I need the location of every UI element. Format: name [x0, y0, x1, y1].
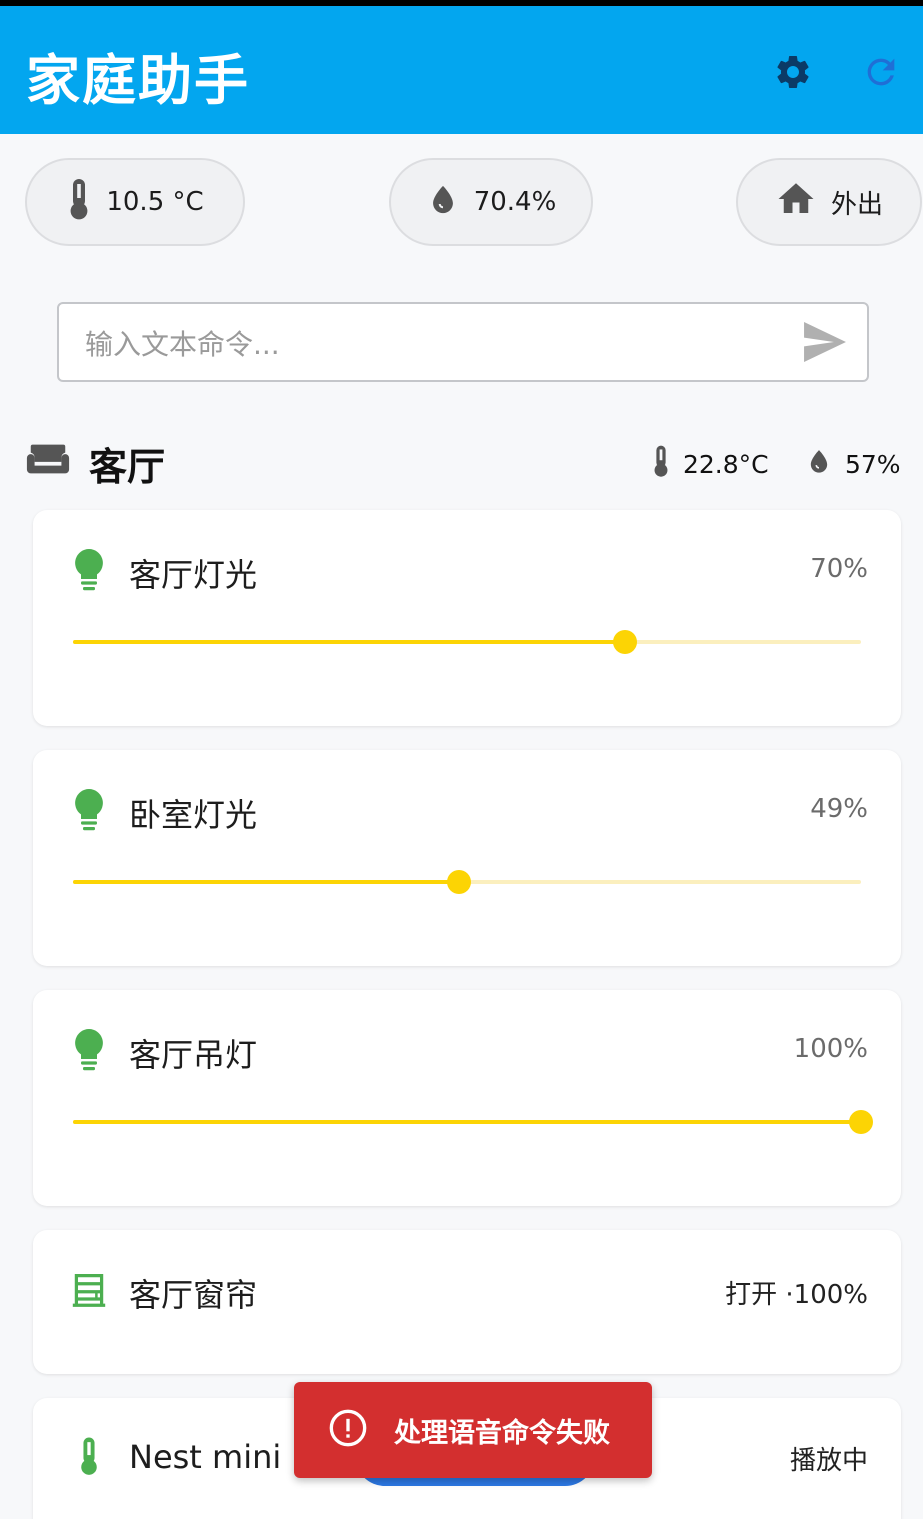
thermometer-icon — [71, 1434, 107, 1478]
slider-thumb[interactable] — [612, 630, 637, 654]
lightbulb-icon — [71, 1028, 107, 1072]
media-state: 播放中 — [789, 1446, 868, 1476]
device-name: 客厅吊灯 — [129, 1036, 258, 1074]
device-name: 卧室灯光 — [129, 796, 258, 834]
slider-fill — [73, 640, 625, 644]
slider-fill — [73, 880, 460, 884]
room-name: 客厅 — [89, 445, 166, 489]
device-name: 客厅窗帘 — [129, 1276, 258, 1314]
curtain-icon — [71, 1268, 107, 1312]
command-box — [57, 302, 869, 382]
lightbulb-icon — [71, 788, 107, 832]
sofa-icon — [25, 438, 71, 482]
device-name: Nest mini — [129, 1438, 282, 1476]
send-button[interactable] — [801, 322, 849, 366]
slider-fill — [73, 1120, 861, 1124]
room-humidity: 57% — [805, 444, 901, 484]
brightness-slider[interactable] — [73, 1102, 873, 1142]
brightness-value: 70% — [810, 554, 868, 584]
lightbulb-icon — [71, 548, 107, 592]
brightness-value: 49% — [810, 794, 868, 824]
refresh-icon — [861, 52, 901, 96]
snackbar-message: 处理语音命令失败 — [394, 1417, 610, 1449]
send-icon — [802, 322, 848, 366]
gear-icon — [773, 52, 813, 96]
home-icon — [775, 178, 817, 227]
outdoor-humidity-chip[interactable]: 70.4% — [389, 158, 593, 246]
device-card-living-room-light[interactable]: 客厅灯光 70% — [33, 510, 901, 726]
slider-thumb[interactable] — [849, 1110, 873, 1134]
thermometer-icon — [651, 444, 671, 484]
thermometer-icon — [66, 178, 92, 227]
curtain-state: 打开 ·100% — [725, 1280, 868, 1310]
water-drop-icon — [805, 444, 833, 484]
device-name: 客厅灯光 — [129, 556, 258, 594]
command-input[interactable] — [85, 322, 785, 366]
error-snackbar: 处理语音命令失败 — [294, 1382, 652, 1478]
app-bar: 家庭助手 — [0, 6, 923, 134]
brightness-value: 100% — [793, 1034, 868, 1064]
home-mode-chip[interactable]: 外出 — [736, 158, 922, 246]
water-drop-icon — [426, 178, 460, 227]
slider-thumb[interactable] — [447, 870, 472, 894]
room-temperature: 22.8°C — [651, 444, 769, 484]
device-card-ceiling-light[interactable]: 客厅吊灯 100% — [33, 990, 901, 1206]
room-humidity-value: 57% — [845, 449, 901, 479]
app-title: 家庭助手 — [26, 49, 250, 112]
room-temperature-value: 22.8°C — [683, 449, 769, 479]
brightness-slider[interactable] — [73, 622, 861, 662]
settings-button[interactable] — [769, 50, 817, 98]
device-card-curtain[interactable]: 客厅窗帘 打开 ·100% — [33, 1230, 901, 1374]
device-card-bedroom-light[interactable]: 卧室灯光 49% — [33, 750, 901, 966]
error-icon — [328, 1408, 368, 1452]
outdoor-temperature-chip[interactable]: 10.5 °C — [25, 158, 245, 246]
refresh-button[interactable] — [857, 50, 905, 98]
outdoor-temperature-value: 10.5 °C — [106, 187, 204, 217]
room-header: 客厅 22.8°C 57% — [25, 434, 903, 490]
outdoor-humidity-value: 70.4% — [473, 187, 557, 217]
brightness-slider[interactable] — [73, 862, 861, 902]
home-mode-label: 外出 — [830, 189, 883, 220]
